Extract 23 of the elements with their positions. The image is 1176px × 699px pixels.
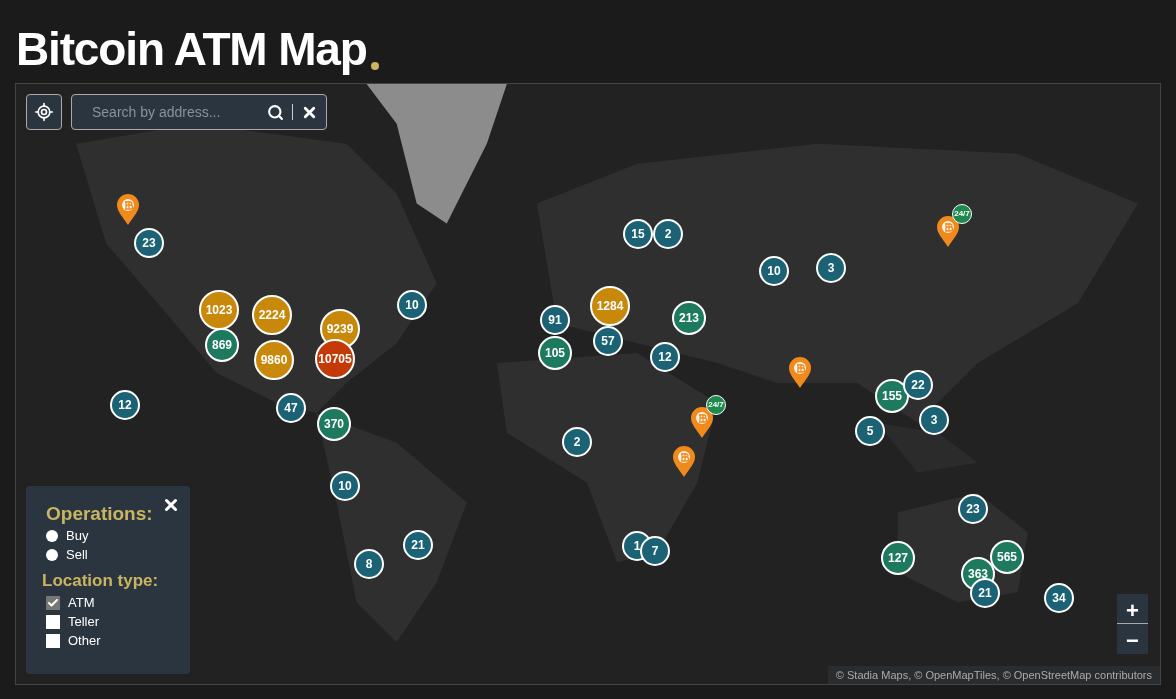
search-input[interactable]: Search by address... bbox=[92, 101, 242, 123]
locate-icon bbox=[34, 102, 54, 122]
checkbox[interactable] bbox=[46, 595, 60, 610]
location-heading: Location type: bbox=[42, 570, 160, 592]
locate-button[interactable] bbox=[26, 94, 62, 130]
bitcoin-pin-icon[interactable] bbox=[116, 194, 140, 226]
checkbox-label: ATM bbox=[68, 593, 95, 612]
radio-button[interactable] bbox=[46, 548, 58, 561]
bitcoin-pin-icon[interactable] bbox=[936, 216, 960, 248]
search-field[interactable]: Search by address... bbox=[71, 94, 327, 130]
radio-label: Buy bbox=[66, 526, 89, 545]
checkbox[interactable] bbox=[46, 614, 60, 629]
close-icon bbox=[162, 496, 180, 514]
bitcoin-pin-icon[interactable] bbox=[690, 407, 714, 439]
checkbox-label: Teller bbox=[68, 612, 100, 631]
bitcoin-pin-icon[interactable] bbox=[788, 357, 812, 389]
checkbox[interactable] bbox=[46, 633, 60, 648]
search-icon bbox=[267, 103, 284, 121]
bitcoin-pin-icon[interactable] bbox=[672, 446, 696, 478]
checkbox-label: Other bbox=[68, 631, 101, 650]
radio-label: Sell bbox=[66, 545, 88, 564]
operations-heading: Operations: bbox=[46, 502, 154, 526]
radio-button[interactable] bbox=[46, 529, 58, 542]
